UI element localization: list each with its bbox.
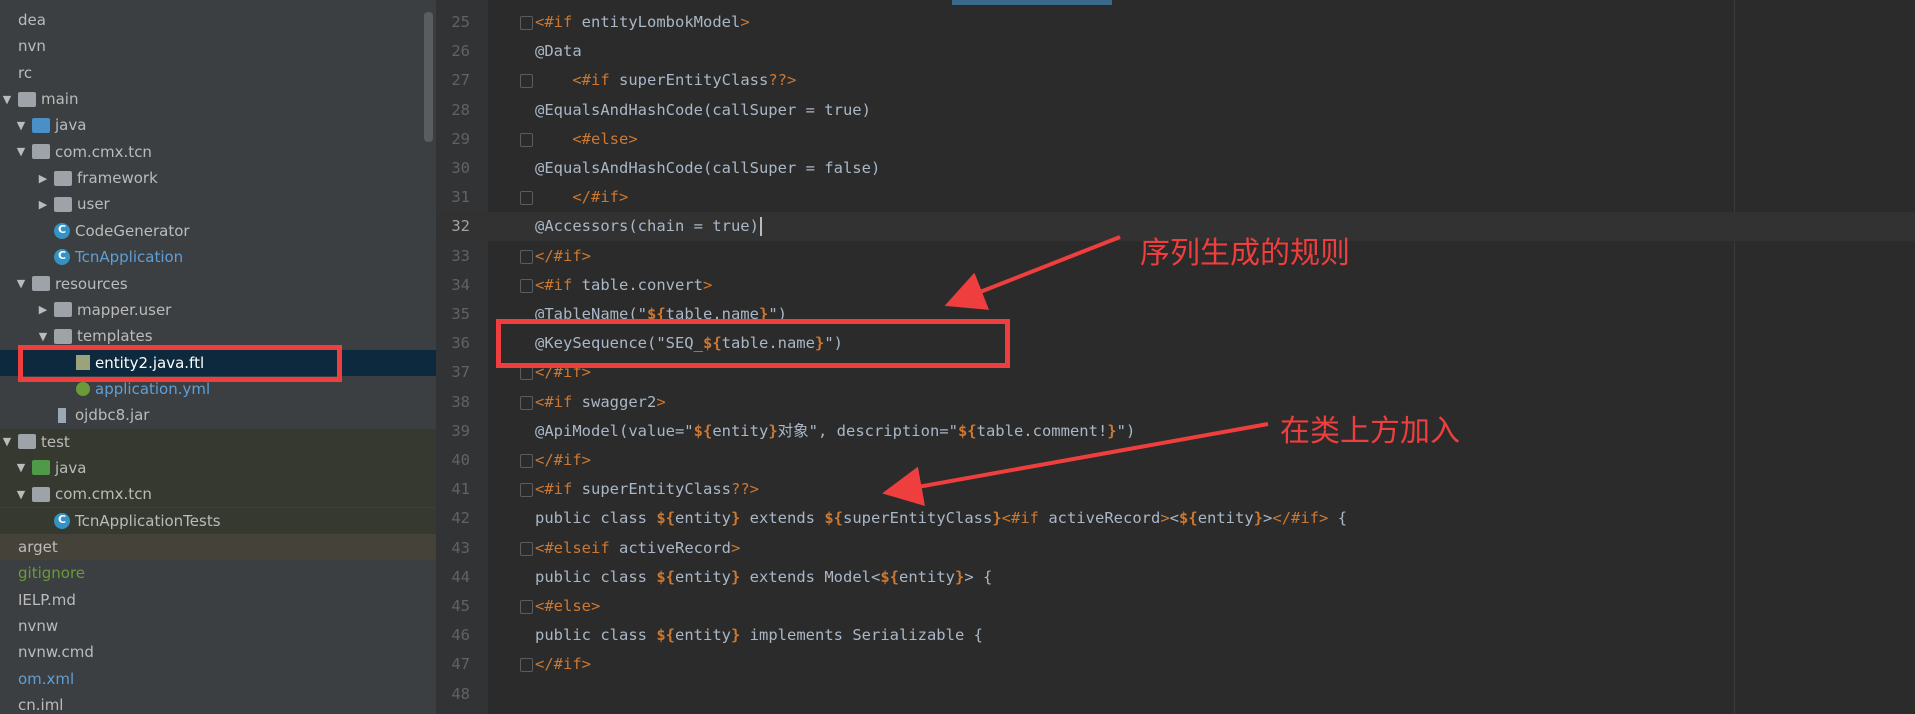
arrow-to-class-declaration xyxy=(882,422,1269,507)
annotation-arrows xyxy=(882,235,1269,507)
note-sequence-rule: 序列生成的规则 xyxy=(1140,236,1350,271)
arrow-to-key-sequence xyxy=(944,235,1121,310)
note-add-above-class: 在类上方加入 xyxy=(1280,414,1460,449)
